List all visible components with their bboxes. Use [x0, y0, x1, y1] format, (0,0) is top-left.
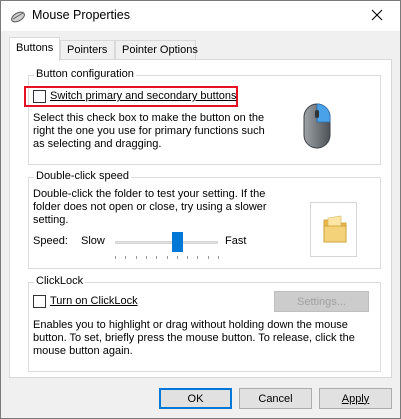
- apply-button[interactable]: Apply: [319, 388, 392, 409]
- clicklock-settings-button[interactable]: Settings...: [274, 291, 369, 312]
- speed-slider-tick: [115, 256, 116, 259]
- speed-slider-tick: [176, 256, 178, 259]
- clicklock-description-2: button. To set, briefly press the mouse …: [33, 332, 355, 344]
- speed-slider-tick: [218, 256, 219, 259]
- clicklock-description-1: Enables you to highlight or drag without…: [33, 319, 348, 331]
- speed-slider-tick: [207, 256, 209, 259]
- speed-slider-track[interactable]: [115, 241, 218, 244]
- speed-slider-tick: [135, 256, 137, 259]
- button-config-description-2: right the one you use for primary functi…: [33, 125, 265, 137]
- folder-icon[interactable]: [322, 214, 348, 247]
- speed-slider-tick: [145, 256, 147, 259]
- button-config-description-1: Select this check box to make the button…: [33, 112, 265, 124]
- speed-slider-tick: [156, 256, 158, 259]
- tab-buttons[interactable]: Buttons: [9, 37, 60, 61]
- speed-slider-tick: [187, 256, 189, 259]
- clicklock-title: ClickLock: [34, 275, 86, 287]
- mouse-illustration-icon: [302, 102, 332, 150]
- speed-slider-tick: [166, 256, 168, 259]
- close-button[interactable]: [354, 1, 400, 31]
- clicklock-description-3: mouse button again.: [33, 345, 133, 357]
- speed-label: Speed:: [33, 235, 68, 247]
- tab-panel-buttons: Button configuration Switch primary and …: [9, 59, 392, 378]
- ok-button[interactable]: OK: [159, 388, 232, 409]
- double-click-description-2: folder does not open or close, try using…: [33, 201, 267, 213]
- button-configuration-title: Button configuration: [34, 68, 136, 80]
- mouse-properties-window: Mouse Properties Buttons Pointers Pointe…: [0, 0, 401, 419]
- window-title: Mouse Properties: [32, 8, 130, 22]
- button-config-description-3: as selecting and dragging.: [33, 138, 162, 150]
- speed-slider-tick: [197, 256, 199, 259]
- double-click-description-3: setting.: [33, 214, 69, 226]
- slow-label: Slow: [81, 235, 105, 247]
- speed-slider-thumb[interactable]: [171, 232, 183, 252]
- clicklock-checkbox[interactable]: [33, 295, 46, 308]
- double-click-description-1: Double-click the folder to test your set…: [33, 188, 266, 200]
- tab-pointers[interactable]: Pointers: [60, 40, 115, 60]
- switch-buttons-label[interactable]: Switch primary and secondary buttons: [50, 90, 236, 103]
- test-folder-box[interactable]: [310, 202, 357, 257]
- double-click-speed-title: Double-click speed: [34, 170, 131, 182]
- close-icon: [371, 9, 383, 24]
- clicklock-label[interactable]: Turn on ClickLock: [50, 295, 138, 308]
- cancel-button[interactable]: Cancel: [239, 388, 312, 409]
- speed-slider-tick: [125, 256, 127, 259]
- switch-buttons-checkbox[interactable]: [33, 90, 46, 103]
- fast-label: Fast: [225, 235, 247, 247]
- mouse-icon: [10, 9, 26, 23]
- tab-pointer-options[interactable]: Pointer Options: [115, 40, 198, 60]
- title-bar[interactable]: Mouse Properties: [1, 1, 400, 31]
